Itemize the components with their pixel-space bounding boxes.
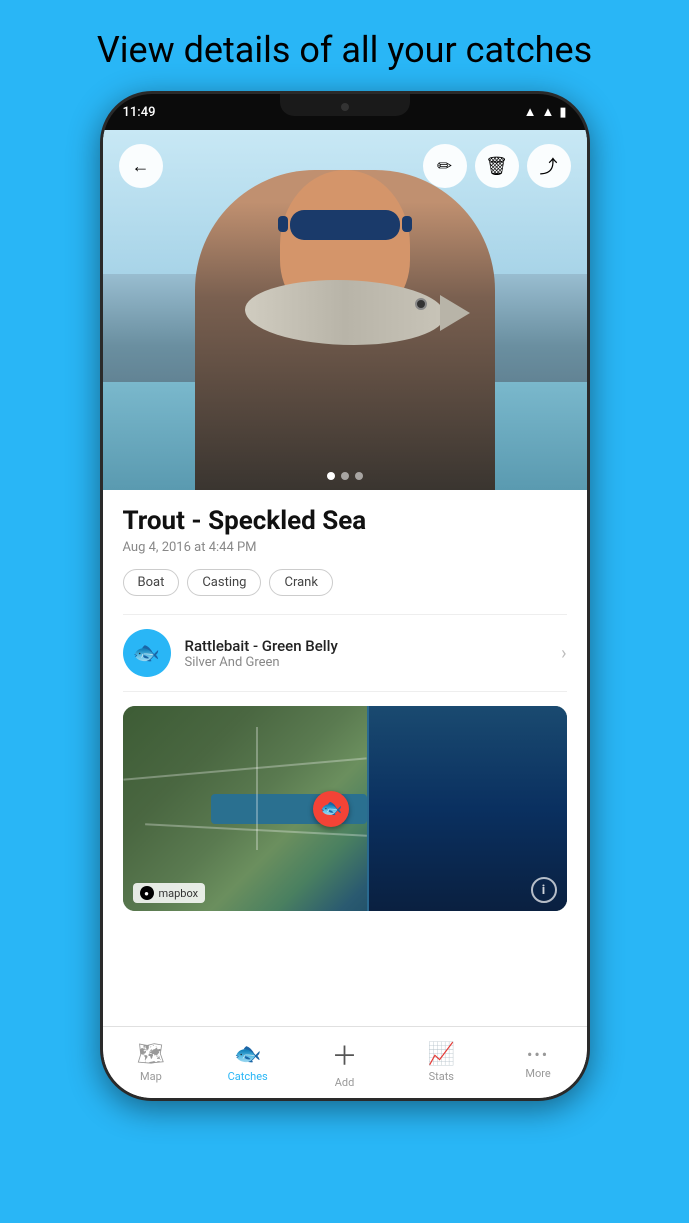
nav-item-stats[interactable]: 📈 Stats xyxy=(406,1042,476,1083)
mapbox-label: mapbox xyxy=(159,887,199,900)
right-actions: ✏ 🗑 ⤴ xyxy=(423,144,571,188)
hero-image: ← ✏ 🗑 ⤴ xyxy=(103,130,587,490)
tags-row: Boat Casting Crank xyxy=(123,569,567,596)
content-area: Trout - Speckled Sea Aug 4, 2016 at 4:44… xyxy=(103,490,587,692)
tag-boat[interactable]: Boat xyxy=(123,569,180,596)
map-container[interactable]: 🐟 ● mapbox i xyxy=(123,706,567,911)
add-nav-label: Add xyxy=(335,1076,355,1089)
delete-icon: 🗑 xyxy=(485,156,508,177)
fish-title: Trout - Speckled Sea xyxy=(123,506,567,536)
add-nav-icon: ＋ xyxy=(331,1036,357,1073)
map-nav-icon: 🗺 xyxy=(137,1042,165,1067)
share-button[interactable]: ⤴ xyxy=(527,144,571,188)
mapbox-logo: ● mapbox xyxy=(133,883,206,903)
bait-icon: 🐟 xyxy=(123,629,171,677)
bait-name: Rattlebait - Green Belly xyxy=(185,637,562,655)
catches-nav-label: Catches xyxy=(228,1070,268,1083)
stats-nav-label: Stats xyxy=(429,1070,454,1083)
tag-casting[interactable]: Casting xyxy=(187,569,261,596)
headline: View details of all your catches xyxy=(57,28,632,73)
nav-item-map[interactable]: 🗺 Map xyxy=(116,1042,186,1083)
power-button xyxy=(587,294,590,354)
bait-fish-icon: 🐟 xyxy=(133,641,160,666)
fish-eye xyxy=(415,298,427,310)
mapbox-logo-icon: ● xyxy=(140,886,154,900)
action-bar: ← ✏ 🗑 ⤴ xyxy=(103,130,587,202)
map-road-1 xyxy=(123,757,366,780)
catches-nav-icon: 🐟 xyxy=(234,1042,261,1067)
bait-chevron-icon: › xyxy=(561,643,566,664)
back-button[interactable]: ← xyxy=(119,144,163,188)
stats-nav-icon: 📈 xyxy=(428,1042,455,1067)
app-screen: ← ✏ 🗑 ⤴ xyxy=(103,130,587,1098)
sunglasses xyxy=(290,210,400,240)
phone-notch xyxy=(280,94,410,116)
edit-icon: ✏ xyxy=(437,156,452,177)
nav-item-add[interactable]: ＋ Add xyxy=(309,1036,379,1089)
dot-1[interactable] xyxy=(327,472,335,480)
bottom-nav: 🗺 Map 🐟 Catches ＋ Add 📈 Stats ••• More xyxy=(103,1026,587,1098)
bait-row[interactable]: 🐟 Rattlebait - Green Belly Silver And Gr… xyxy=(123,614,567,692)
nav-item-catches[interactable]: 🐟 Catches xyxy=(213,1042,283,1083)
wifi-icon: ▲ xyxy=(524,104,537,120)
tag-crank[interactable]: Crank xyxy=(269,569,332,596)
share-icon: ⤴ xyxy=(540,153,558,179)
status-icons: ▲ ▲ ▮ xyxy=(524,104,567,120)
bait-info: Rattlebait - Green Belly Silver And Gree… xyxy=(185,637,562,670)
map-road-3 xyxy=(256,727,258,850)
back-icon: ← xyxy=(132,156,150,177)
edit-button[interactable]: ✏ xyxy=(423,144,467,188)
catch-date: Aug 4, 2016 at 4:44 PM xyxy=(123,540,567,555)
camera xyxy=(341,103,349,111)
bait-color: Silver And Green xyxy=(185,655,562,670)
delete-button[interactable]: 🗑 xyxy=(475,144,519,188)
phone-frame: 11:49 ▲ ▲ ▮ xyxy=(100,91,590,1101)
battery-icon: ▮ xyxy=(559,105,566,120)
map-pin: 🐟 xyxy=(313,791,349,827)
more-nav-label: More xyxy=(525,1067,550,1080)
status-time: 11:49 xyxy=(123,105,156,120)
image-dots xyxy=(327,472,363,480)
nav-item-more[interactable]: ••• More xyxy=(503,1045,573,1080)
signal-icon: ▲ xyxy=(541,104,554,120)
fish-body xyxy=(245,280,445,345)
dot-3[interactable] xyxy=(355,472,363,480)
more-nav-icon: ••• xyxy=(527,1045,549,1064)
map-pin-icon: 🐟 xyxy=(320,798,342,819)
map-info-button[interactable]: i xyxy=(531,877,557,903)
map-nav-label: Map xyxy=(140,1070,162,1083)
map-background: 🐟 ● mapbox i xyxy=(123,706,567,911)
dot-2[interactable] xyxy=(341,472,349,480)
